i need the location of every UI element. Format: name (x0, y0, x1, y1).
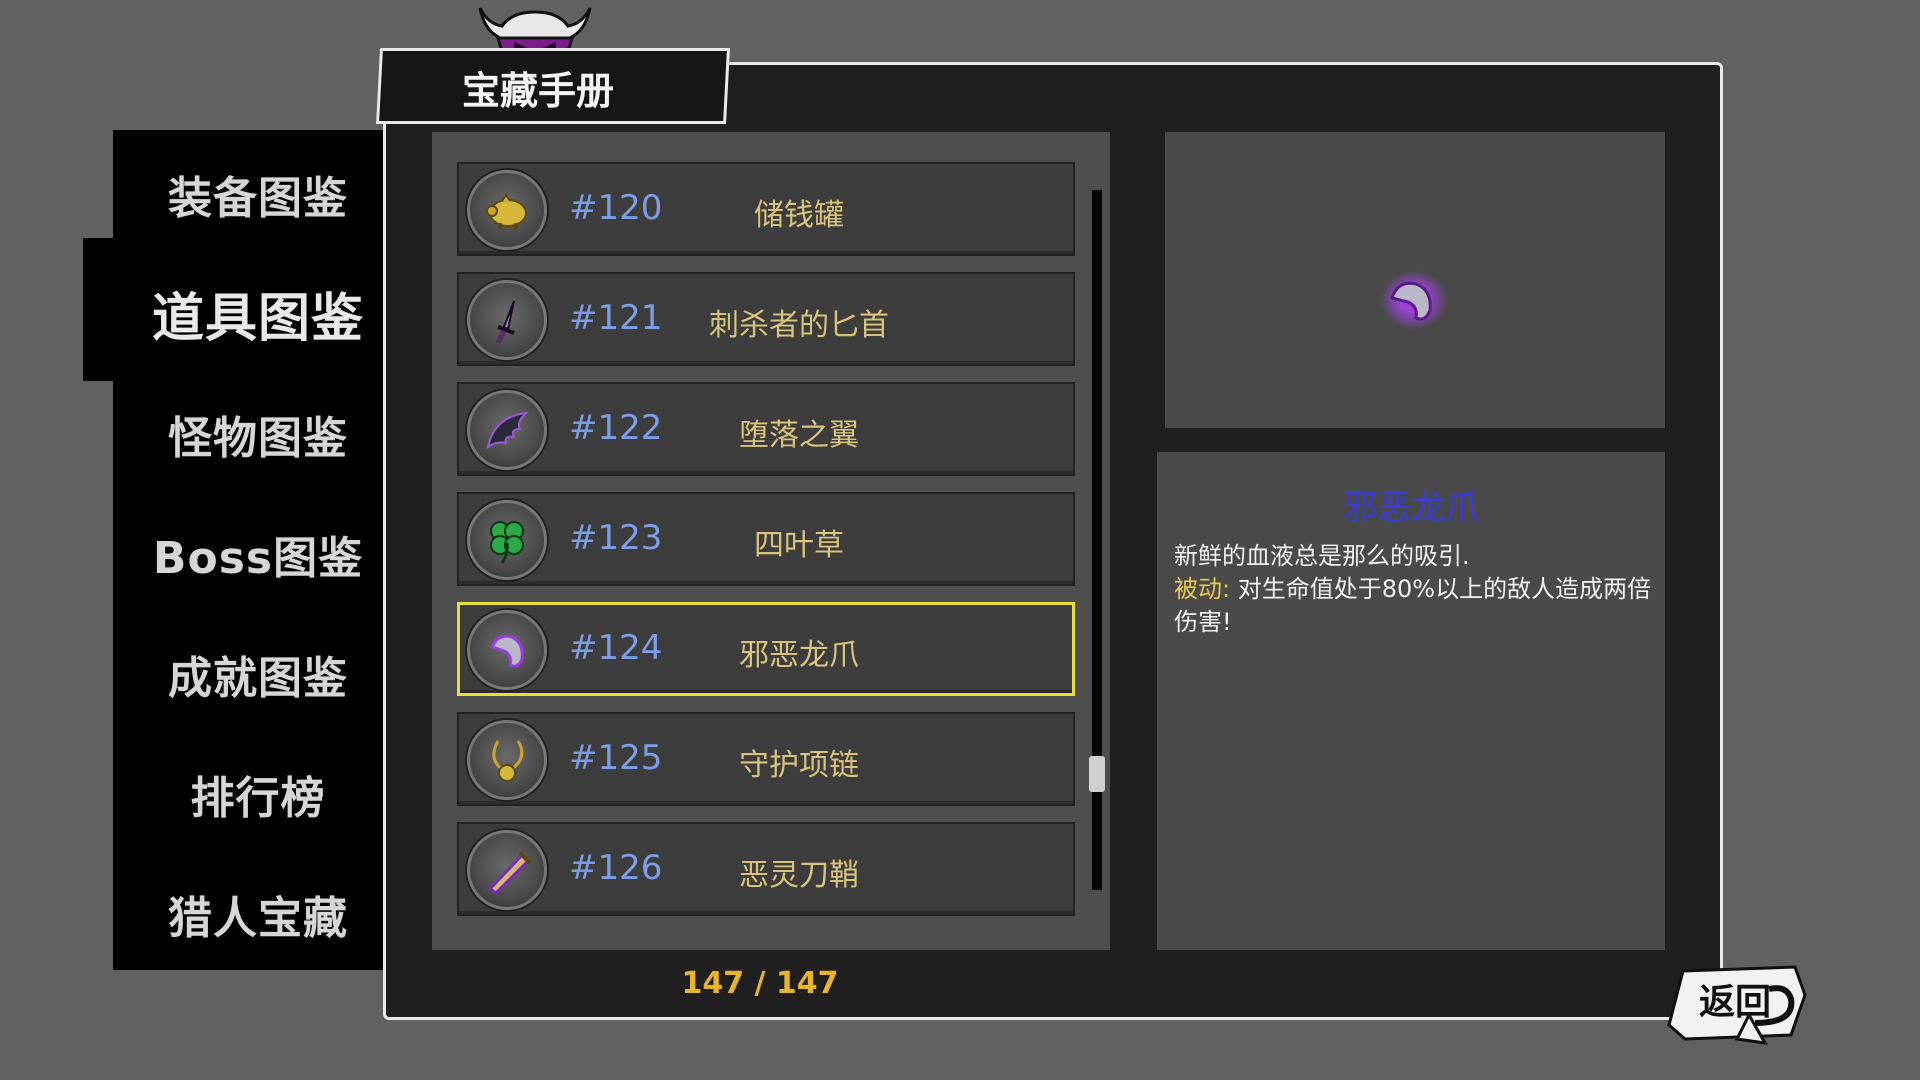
item-number: #126 (569, 848, 663, 888)
detail-passive: 被动: 对生命值处于80%以上的敌人造成两倍伤害! (1174, 573, 1654, 639)
item-number: #124 (569, 628, 663, 668)
item-name: 守护项链 (739, 748, 859, 783)
item-number: #120 (569, 188, 663, 228)
list-item[interactable]: #125 守护项链 (457, 712, 1075, 806)
detail-flavor-text: 新鲜的血液总是那么的吸引. (1174, 542, 1470, 570)
scabbard-icon (467, 830, 547, 910)
page-title: 宝藏手册 (461, 69, 614, 113)
list-item[interactable]: #120 储钱罐 (457, 162, 1075, 256)
piggy-bank-icon (467, 170, 547, 250)
item-number: #125 (569, 738, 663, 778)
item-number: #121 (569, 298, 663, 338)
scrollbar-thumb[interactable] (1089, 756, 1105, 792)
sidebar-active-highlight (83, 238, 390, 381)
item-name: 恶灵刀鞘 (739, 858, 859, 893)
four-leaf-clover-icon (467, 500, 547, 580)
detail-item-name: 邪恶龙爪 (1343, 488, 1479, 528)
list-item[interactable]: #123 四叶草 (457, 492, 1075, 586)
item-name: 刺杀者的匕首 (709, 308, 889, 343)
item-name: 堕落之翼 (739, 418, 859, 453)
fallen-wing-icon (467, 390, 547, 470)
item-counter: 147 / 147 (681, 966, 839, 1001)
dagger-icon (467, 280, 547, 360)
item-number: #122 (569, 408, 663, 448)
dragon-claw-icon (1380, 270, 1448, 330)
list-item[interactable]: #126 恶灵刀鞘 (457, 822, 1075, 916)
necklace-icon (467, 720, 547, 800)
list-item[interactable]: #121 刺杀者的匕首 (457, 272, 1075, 366)
sidebar-item-equipment[interactable]: 装备图鉴 (113, 162, 403, 226)
back-button-label[interactable]: 返回 (1685, 973, 1785, 1025)
list-item-selected[interactable]: #124 邪恶龙爪 (457, 602, 1075, 696)
detail-description: 新鲜的血液总是那么的吸引. 被动: 对生命值处于80%以上的敌人造成两倍伤害! (1174, 540, 1654, 639)
list-item[interactable]: #122 堕落之翼 (457, 382, 1075, 476)
dragon-claw-icon (467, 610, 547, 690)
passive-text: 对生命值处于80%以上的敌人造成两倍伤害! (1174, 575, 1652, 636)
item-name: 四叶草 (754, 528, 844, 563)
item-number: #123 (569, 518, 663, 558)
passive-label: 被动: (1174, 575, 1231, 603)
item-name: 储钱罐 (754, 198, 844, 233)
item-name: 邪恶龙爪 (739, 638, 859, 673)
